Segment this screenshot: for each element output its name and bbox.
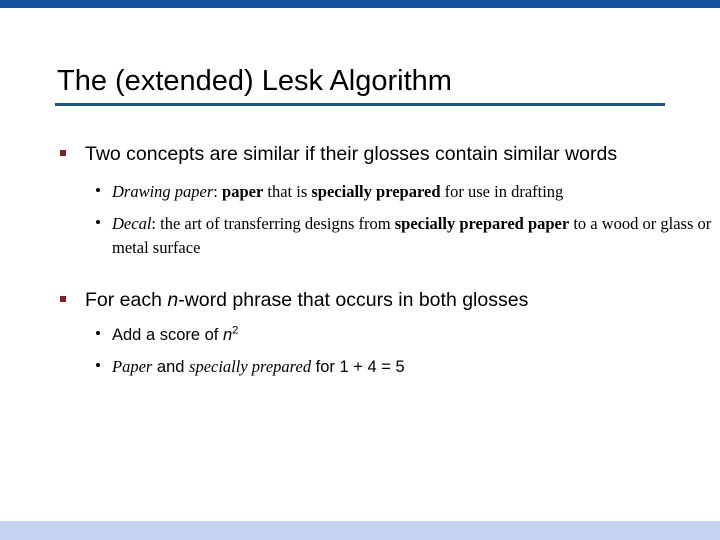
square-bullet-icon xyxy=(60,296,66,302)
gloss-colon: : xyxy=(151,214,161,233)
gloss-keyword-paper: paper xyxy=(222,182,264,201)
gloss-keyword-specially-prepared-paper: specially prepared paper xyxy=(394,214,570,233)
top-accent-band xyxy=(0,0,720,8)
dot-bullet-icon xyxy=(96,188,100,192)
bottom-accent-band xyxy=(0,521,720,540)
example-term-paper: Paper xyxy=(112,357,153,376)
bullet-level2-decal: Decal: the art of transferring designs f… xyxy=(0,212,720,260)
gloss-term-decal: Decal xyxy=(112,214,152,233)
bullet-level2-paper-example: Paper and specially prepared for 1 + 4 =… xyxy=(0,354,720,380)
bullet-level2-drawing-paper: Drawing paper: paper that is specially p… xyxy=(0,180,720,204)
title-underline-rule xyxy=(55,103,665,106)
gloss-colon: : xyxy=(213,182,223,201)
example-conjunction: and xyxy=(152,358,190,376)
slide: The (extended) Lesk Algorithm Two concep… xyxy=(0,0,720,540)
example-term-specially-prepared: specially prepared xyxy=(189,357,312,376)
bullet-level1-text-post: -word phrase that occurs in both glosses xyxy=(178,289,529,311)
gloss-term-drawing-paper: Drawing paper xyxy=(112,182,214,201)
bullet-level1-concepts: Two concepts are similar if their glosse… xyxy=(0,140,720,168)
variable-n: n xyxy=(167,289,179,311)
score-text-pre: Add a score of xyxy=(112,326,223,344)
exponent-2: 2 xyxy=(232,324,239,337)
bullet-level1-ngram-phrase: For each n-word phrase that occurs in bo… xyxy=(0,286,720,314)
gloss-text-mid: that is xyxy=(263,182,312,201)
dot-bullet-icon xyxy=(96,363,100,367)
slide-body: Two concepts are similar if their glosse… xyxy=(0,140,720,380)
bullet-level1-text: Two concepts are similar if their glosse… xyxy=(85,143,618,165)
example-sum-text: for 1 + 4 = 5 xyxy=(311,358,405,376)
gloss-keyword-specially-prepared: specially prepared xyxy=(311,182,441,201)
bullet-level2-add-score: Add a score of n2 xyxy=(0,322,720,348)
dot-bullet-icon xyxy=(96,220,100,224)
bullet-level1-text-pre: For each xyxy=(85,289,168,311)
variable-n: n xyxy=(222,326,233,344)
page-title: The (extended) Lesk Algorithm xyxy=(57,65,452,97)
gloss-text-mid: the art of transferring designs from xyxy=(160,214,395,233)
dot-bullet-icon xyxy=(96,331,100,335)
square-bullet-icon xyxy=(60,150,66,156)
gloss-text-tail: for use in drafting xyxy=(440,182,564,201)
